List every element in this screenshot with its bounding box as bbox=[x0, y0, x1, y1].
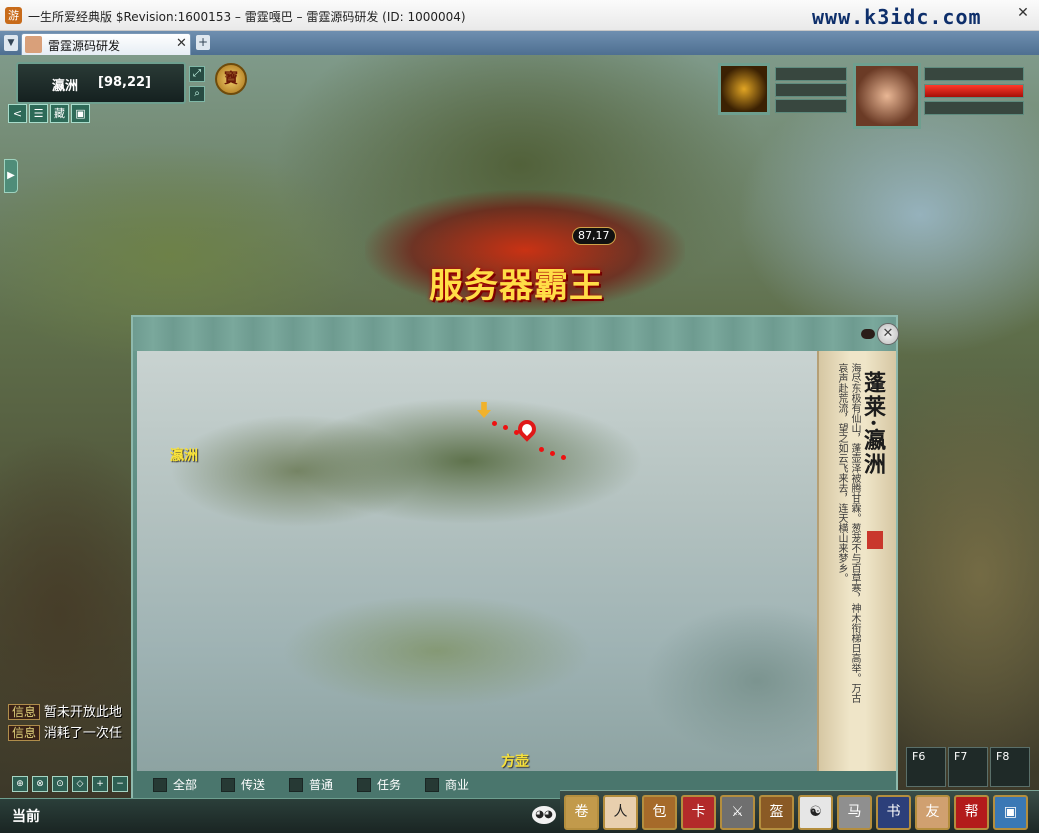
checkbox-icon[interactable] bbox=[289, 777, 303, 792]
bag-icon[interactable]: 包 bbox=[642, 795, 677, 830]
map-dialog-header[interactable] bbox=[133, 317, 896, 351]
hotkey-slot-f7[interactable]: F7 bbox=[948, 747, 988, 787]
tab-bar: ▼ 雷霆源码研发 ✕ + bbox=[0, 31, 1039, 55]
list-icon[interactable]: ☰ bbox=[29, 104, 48, 123]
player-portrait-avatar[interactable] bbox=[853, 63, 921, 129]
share-icon[interactable]: < bbox=[8, 104, 27, 123]
pet-exp-bar bbox=[775, 99, 847, 113]
map-description-scroll: 海尽东极有仙山，蓬壶泽被腾甘霖。葱茏不与百草寒，神木衔梯日高举。万古哀声赴荒流，… bbox=[817, 351, 896, 771]
horse-icon[interactable]: 马 bbox=[837, 795, 872, 830]
function-key-slots: F6 F7 F8 bbox=[906, 747, 1031, 787]
filter-quest-checkbox[interactable]: 任务 bbox=[357, 776, 401, 794]
chat-lock-icon[interactable]: ⊙ bbox=[52, 776, 68, 792]
tab-game[interactable]: 雷霆源码研发 ✕ bbox=[21, 33, 191, 55]
chat-block-icon[interactable]: ⊗ bbox=[32, 776, 48, 792]
chat-filter-icon[interactable]: ⊕ bbox=[12, 776, 28, 792]
chat-emote-icon[interactable]: ◇ bbox=[72, 776, 88, 792]
minimap-location: 瀛洲 bbox=[52, 79, 79, 94]
filter-all-checkbox[interactable]: 全部 bbox=[153, 776, 197, 794]
chat-input-bar[interactable]: 当前 bbox=[0, 798, 560, 833]
book-icon[interactable]: 书 bbox=[876, 795, 911, 830]
minimap-expand-icon[interactable]: ⤢ bbox=[189, 66, 205, 82]
treasure-icon[interactable]: 寶 bbox=[215, 63, 247, 95]
window-titlebar: 游 一生所爱经典版 $Revision:1600153 – 雷霆嘎巴 – 雷霆源… bbox=[0, 0, 1039, 31]
window-close-button[interactable]: ✕ bbox=[1015, 5, 1031, 21]
game-viewport[interactable]: ▶ 瀛洲 [98,22] ⤢ ⌕ 寶 < ☰ 藏 ▣ 87,17 服务器霸王 ✕… bbox=[0, 55, 1039, 833]
tab-list-dropdown-icon[interactable]: ▼ bbox=[4, 35, 18, 51]
path-dot bbox=[550, 451, 555, 456]
player-hp-fill bbox=[925, 85, 1023, 97]
map-description-text: 海尽东极有仙山，蓬壶泽被腾甘霖。葱茏不与百草寒，神木衔梯日高举。万古哀声赴荒流，… bbox=[836, 363, 860, 703]
tab-label: 雷霆源码研发 bbox=[48, 39, 121, 53]
pet-hp-bar bbox=[775, 67, 847, 81]
filter-teleport-checkbox[interactable]: 传送 bbox=[221, 776, 265, 794]
world-map-dialog: ✕ 瀛洲 方壶 海尽东极有仙山，蓬壶泽被腾甘霖。葱茏不与百草寒，神木衔梯日高举。… bbox=[131, 315, 899, 798]
chat-zoom-out-icon[interactable]: − bbox=[112, 776, 128, 792]
window-title: 一生所爱经典版 $Revision:1600153 – 雷霆嘎巴 – 雷霆源码研… bbox=[28, 10, 466, 24]
minimap-coords: [98,22] bbox=[98, 75, 152, 90]
scroll-icon[interactable]: 卷 bbox=[564, 795, 599, 830]
pet-mp-bar bbox=[775, 83, 847, 97]
banner-level: 87,17 bbox=[572, 227, 616, 245]
tab-close-button[interactable]: ✕ bbox=[176, 36, 187, 51]
minimap-search-icon[interactable]: ⌕ bbox=[189, 86, 205, 102]
map-location-label[interactable]: 瀛洲 bbox=[170, 445, 198, 465]
computer-icon[interactable]: ▣ bbox=[993, 795, 1028, 830]
player-sp-bar bbox=[924, 101, 1024, 115]
chat-message: 信息 消耗了一次任 bbox=[8, 722, 122, 741]
swords-icon[interactable]: ⚔ bbox=[720, 795, 755, 830]
hotkey-slot-f8[interactable]: F8 bbox=[990, 747, 1030, 787]
guild-icon[interactable]: 帮 bbox=[954, 795, 989, 830]
app-icon: 游 bbox=[5, 7, 22, 24]
filter-business-checkbox[interactable]: 商业 bbox=[425, 776, 469, 794]
map-region-title: 蓬莱·瀛洲 bbox=[860, 371, 886, 477]
player-hp-bar bbox=[924, 84, 1024, 98]
map-location-label[interactable]: 方壶 bbox=[501, 751, 529, 771]
character-favicon-icon bbox=[25, 36, 42, 53]
checkbox-icon[interactable] bbox=[153, 777, 167, 792]
hotkey-slot-f6[interactable]: F6 bbox=[906, 747, 946, 787]
path-dot bbox=[492, 421, 497, 426]
main-menu-bar: 卷人包卡 ⚔ 盔 ☯ 马书友帮 ▣ bbox=[560, 790, 1039, 833]
pet-portrait-avatar[interactable] bbox=[718, 63, 770, 115]
map-image[interactable]: 瀛洲 bbox=[137, 351, 817, 771]
server-king-banner: 87,17 服务器霸王 bbox=[365, 190, 685, 310]
pet-status-icon[interactable]: ◕◕ bbox=[532, 806, 556, 824]
path-dot bbox=[561, 455, 566, 460]
side-panel-toggle-icon[interactable]: ▶ bbox=[4, 159, 18, 193]
seal-stamp-icon bbox=[867, 531, 883, 549]
banner-title: 服务器霸王 bbox=[429, 266, 604, 306]
chat-zoom-in-icon[interactable]: + bbox=[92, 776, 108, 792]
checkbox-icon[interactable] bbox=[221, 777, 235, 792]
card-icon[interactable]: 卡 bbox=[681, 795, 716, 830]
yin-yang-icon[interactable]: ☯ bbox=[798, 795, 833, 830]
watermark-text: www.k3idc.com bbox=[812, 5, 982, 29]
chat-message: 信息 暂未开放此地 bbox=[8, 701, 122, 720]
filter-normal-checkbox[interactable]: 普通 bbox=[289, 776, 333, 794]
new-tab-button[interactable]: + bbox=[196, 35, 210, 50]
checkbox-icon[interactable] bbox=[357, 777, 371, 792]
chat-channel-label[interactable]: 当前 bbox=[12, 806, 40, 826]
player-location-pin-icon bbox=[514, 416, 540, 442]
handshake-icon[interactable]: 友 bbox=[915, 795, 950, 830]
hide-button[interactable]: 藏 bbox=[50, 104, 69, 123]
player-mp-bar bbox=[924, 67, 1024, 81]
calendar-icon[interactable]: ▣ bbox=[71, 104, 90, 123]
helmet-icon[interactable]: 盔 bbox=[759, 795, 794, 830]
teleport-arrow-icon[interactable] bbox=[477, 402, 491, 418]
path-dot bbox=[503, 425, 508, 430]
face-icon[interactable]: 人 bbox=[603, 795, 638, 830]
map-close-button[interactable]: ✕ bbox=[877, 323, 899, 345]
checkbox-icon[interactable] bbox=[425, 777, 439, 792]
minimap-header[interactable]: 瀛洲 [98,22] ⤢ ⌕ bbox=[16, 62, 205, 104]
close-handle-icon bbox=[861, 329, 875, 339]
path-dot bbox=[539, 447, 544, 452]
